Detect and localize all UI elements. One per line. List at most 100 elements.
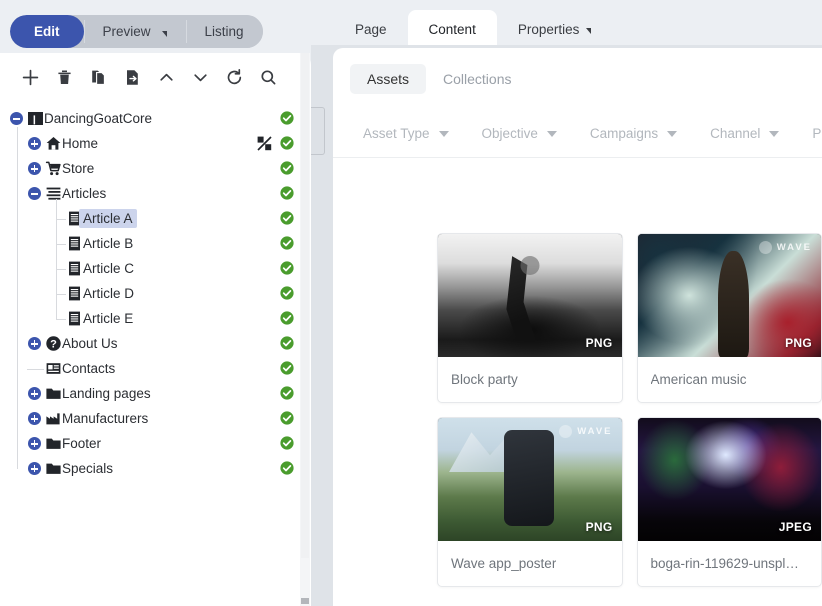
asset-card[interactable]: WAVE PNG Wave app_poster: [437, 417, 623, 587]
refresh-icon[interactable]: [217, 60, 251, 94]
trash-icon[interactable]: [47, 60, 81, 94]
tree-node-specials[interactable]: Specials: [0, 456, 311, 481]
tree-node-label: Articles: [62, 186, 107, 201]
tab-content-label: Content: [428, 21, 476, 37]
tree-node-dancinggoatcore[interactable]: DancingGoatCore: [0, 106, 311, 131]
tree-node-label: DancingGoatCore: [44, 111, 153, 126]
tree-scroll-area[interactable]: DancingGoatCore Home Store Articles Article …: [0, 101, 311, 606]
tree-scrollbar-thumb[interactable]: [301, 598, 309, 604]
tree-node-label: About Us: [62, 336, 118, 351]
mode-switch: Edit Preview Listing: [10, 15, 263, 48]
tab-collections-label: Collections: [443, 71, 512, 87]
filter-campaigns[interactable]: Campaigns: [590, 126, 678, 141]
chevron-down-icon: [667, 130, 678, 137]
mode-button-edit-label: Edit: [34, 24, 60, 39]
asset-format-badge: PNG: [785, 336, 812, 350]
asset-thumbnail: JPEG: [637, 418, 821, 541]
status-badge-published: [280, 211, 294, 225]
tree-connector-line: [56, 293, 66, 295]
tree-scrollbar-track[interactable]: [301, 53, 309, 558]
tab-page[interactable]: Page: [334, 10, 408, 48]
filter-objective[interactable]: Objective: [482, 126, 557, 141]
mode-button-edit[interactable]: Edit: [10, 15, 84, 48]
tree-connector-line: [27, 368, 44, 370]
tree-connector-line: [56, 218, 66, 220]
asset-grid: PNG Block party WAVE PNG American music WAVE P…: [437, 233, 822, 601]
search-icon[interactable]: [251, 60, 285, 94]
status-badge-published: [280, 136, 294, 150]
chevron-down-icon[interactable]: [183, 60, 217, 94]
mode-button-preview[interactable]: Preview: [83, 15, 186, 48]
asset-name-label: boga-rin-119629-unspl…: [650, 556, 799, 571]
expand-node-icon[interactable]: [28, 162, 41, 175]
tree-node-about-us[interactable]: ? About Us: [0, 331, 311, 356]
asset-card[interactable]: JPEG boga-rin-119629-unspl…: [636, 417, 822, 587]
asset-format-badge: PNG: [585, 520, 613, 534]
wave-watermark: WAVE: [559, 425, 612, 438]
copy-icon[interactable]: [81, 60, 115, 94]
filter-asset-type-label: Asset Type: [363, 126, 430, 141]
asset-card[interactable]: WAVE PNG American music: [636, 233, 822, 403]
move-to-icon[interactable]: [115, 60, 149, 94]
asset-name-row: boga-rin-119629-unspl…: [638, 541, 822, 586]
expand-node-icon[interactable]: [28, 137, 41, 150]
tab-properties-label: Properties: [517, 21, 580, 37]
tree-node-article-a[interactable]: Article A: [0, 206, 311, 231]
tree-node-article-e[interactable]: Article E: [0, 306, 311, 331]
status-badge-published: [280, 461, 294, 475]
filter-pr-truncated[interactable]: Pr: [812, 126, 822, 141]
wave-logo-icon: [559, 425, 573, 438]
expand-node-icon[interactable]: [28, 462, 41, 475]
status-badge-published: [280, 361, 294, 375]
tab-collections[interactable]: Collections: [426, 64, 528, 94]
filter-bar: Asset Type Objective Campaigns Channel P…: [333, 110, 822, 158]
asset-thumbnail: WAVE PNG: [637, 234, 821, 357]
tree-connector-line: [56, 243, 66, 245]
plus-icon[interactable]: [13, 60, 47, 94]
tree-node-articles[interactable]: Articles: [0, 181, 311, 206]
expand-node-icon[interactable]: [28, 387, 41, 400]
wave-watermark: WAVE: [758, 241, 812, 254]
asset-format-badge: JPEG: [778, 520, 812, 534]
tree-node-article-c[interactable]: Article C: [0, 256, 311, 281]
tree-card: DancingGoatCore Home Store Articles Article …: [0, 53, 311, 606]
status-badge-published: [280, 236, 294, 250]
status-badge-published: [280, 311, 294, 325]
tree-node-home[interactable]: Home: [0, 131, 311, 156]
asset-card[interactable]: PNG Block party: [437, 233, 623, 403]
asset-thumbnail: WAVE PNG: [438, 418, 622, 541]
tree-node-contacts[interactable]: Contacts: [0, 356, 311, 381]
tree-vertical-scrollbar[interactable]: [300, 53, 310, 606]
tree-node-manufacturers[interactable]: Manufacturers: [0, 406, 311, 431]
chevron-up-icon[interactable]: [149, 60, 183, 94]
tree-connector-line: [16, 127, 18, 469]
filter-channel[interactable]: Channel: [710, 126, 780, 141]
tab-assets[interactable]: Assets: [350, 64, 427, 94]
status-badge-published: [280, 161, 294, 175]
collapse-node-icon[interactable]: [10, 112, 23, 125]
status-badge-published: [280, 186, 294, 200]
tree-node-article-d[interactable]: Article D: [0, 281, 311, 306]
expand-node-icon[interactable]: [28, 337, 41, 350]
panel-resize-handle[interactable]: [311, 107, 325, 155]
collapse-node-icon[interactable]: [28, 187, 41, 200]
top-tab-bar: Page Content Properties: [311, 0, 822, 48]
tree-node-footer[interactable]: Footer: [0, 431, 311, 456]
tree-node-store[interactable]: Store: [0, 156, 311, 181]
expand-node-icon[interactable]: [28, 437, 41, 450]
tab-content[interactable]: Content: [407, 10, 497, 48]
filter-asset-type[interactable]: Asset Type: [363, 126, 449, 141]
chevron-down-icon: [161, 30, 167, 37]
expand-node-icon[interactable]: [28, 412, 41, 425]
tree-node-label: Contacts: [62, 361, 116, 376]
tree-connector-line: [56, 199, 57, 319]
tree-node-label: Footer: [62, 436, 102, 451]
status-badge-published: [280, 111, 294, 125]
status-badge-published: [280, 336, 294, 350]
asset-name-label: American music: [650, 372, 747, 387]
tab-properties[interactable]: Properties: [497, 10, 613, 48]
mode-button-listing-label: Listing: [204, 24, 244, 39]
mode-button-listing[interactable]: Listing: [185, 15, 263, 48]
tree-node-article-b[interactable]: Article B: [0, 231, 311, 256]
tree-node-landing-pages[interactable]: Landing pages: [0, 381, 311, 406]
